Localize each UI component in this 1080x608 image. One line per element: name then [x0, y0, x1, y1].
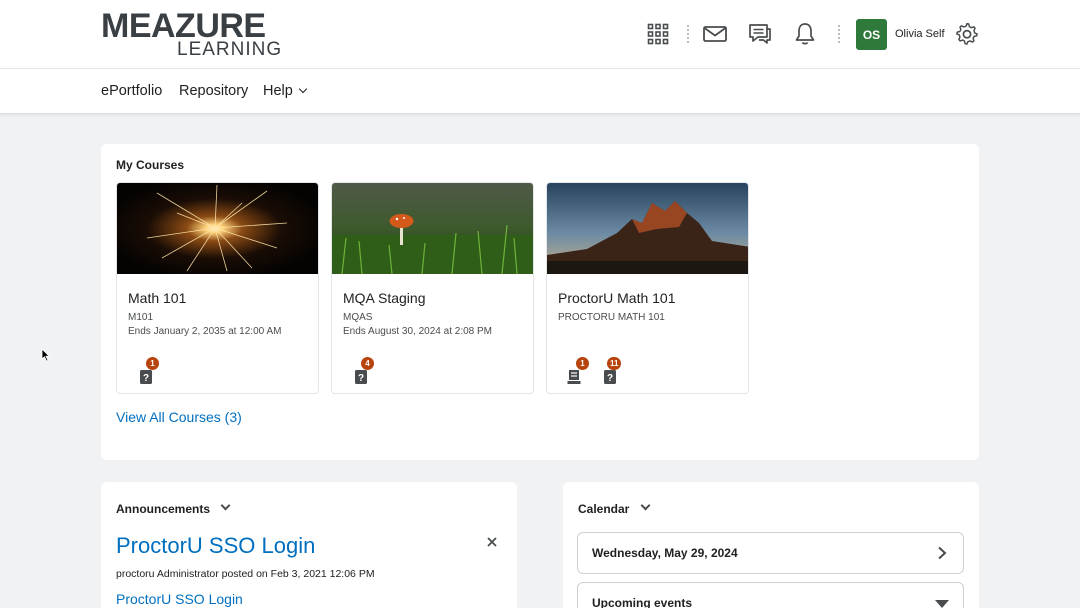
nav-help-label: Help — [263, 83, 293, 99]
settings-gear-icon[interactable] — [955, 22, 979, 46]
announcement-body-link[interactable]: ProctorU SSO Login — [116, 591, 243, 607]
top-header: MEAZURE LEARNING OS Olivia Self — [0, 0, 1080, 69]
svg-text:?: ? — [143, 373, 149, 384]
course-name: MQA Staging — [343, 290, 426, 306]
logo-line-1: MEAZURE — [101, 7, 266, 45]
course-card-mqa-staging[interactable]: MQA Staging MQAS Ends August 30, 2024 at… — [331, 182, 534, 394]
notification-count-badge: 4 — [361, 357, 374, 370]
header-divider — [687, 25, 689, 43]
nav-eportfolio[interactable]: ePortfolio — [101, 83, 162, 99]
nav-repository[interactable]: Repository — [179, 83, 248, 99]
upcoming-events-label: Upcoming events — [592, 596, 693, 608]
user-avatar[interactable]: OS — [856, 19, 887, 50]
announcement-title-link[interactable]: ProctorU SSO Login — [116, 533, 315, 559]
mushroom-image — [332, 183, 533, 275]
view-all-courses-link[interactable]: View All Courses (3) — [116, 409, 242, 425]
mouse-cursor-icon — [41, 348, 50, 362]
nav-help[interactable]: Help — [263, 83, 308, 99]
calendar-date: Wednesday, May 29, 2024 — [592, 546, 738, 560]
quiz-icon[interactable]: ? — [603, 369, 617, 385]
notification-count-badge: 1 — [576, 357, 589, 370]
course-card-math-101[interactable]: Math 101 M101 Ends January 2, 2035 at 12… — [116, 182, 319, 394]
main-nav: ePortfolio Repository Help — [0, 69, 1080, 114]
course-code: M101 — [128, 312, 154, 323]
announcement-meta: proctoru Administrator posted on Feb 3, … — [116, 568, 375, 580]
caret-down-icon[interactable] — [934, 599, 950, 608]
calendar-date-selector[interactable]: Wednesday, May 29, 2024 — [577, 532, 964, 574]
course-end-date: Ends August 30, 2024 at 2:08 PM — [343, 326, 492, 337]
course-code: PROCTORU MATH 101 — [558, 312, 665, 323]
logo-line-2: LEARNING — [177, 39, 283, 60]
dismiss-close-icon[interactable] — [486, 535, 498, 549]
upcoming-events-toggle[interactable]: Upcoming events — [577, 582, 964, 608]
assignment-icon[interactable] — [567, 369, 581, 385]
course-card-proctoru-math-101[interactable]: ProctorU Math 101 PROCTORU MATH 101 1 ? … — [546, 182, 749, 394]
my-courses-title: My Courses — [116, 158, 185, 172]
calendar-title: Calendar — [578, 502, 630, 516]
apps-grid-icon[interactable] — [646, 22, 670, 46]
sparkler-image — [117, 183, 318, 274]
user-name[interactable]: Olivia Self — [895, 28, 945, 40]
notification-count-badge: 11 — [607, 357, 622, 370]
announcements-title: Announcements — [116, 502, 211, 516]
course-code: MQAS — [343, 312, 373, 323]
chevron-right-icon[interactable] — [937, 546, 947, 560]
course-name: Math 101 — [128, 290, 187, 306]
meazure-learning-logo[interactable]: MEAZURE LEARNING — [101, 7, 281, 59]
notifications-bell-icon[interactable] — [793, 22, 817, 46]
chevron-down-icon — [298, 84, 308, 94]
notification-count-badge: 1 — [146, 357, 159, 370]
course-name: ProctorU Math 101 — [558, 290, 676, 306]
quiz-icon[interactable]: ? — [139, 369, 153, 385]
messages-icon[interactable] — [748, 22, 772, 46]
header-divider — [838, 25, 840, 43]
svg-text:?: ? — [358, 373, 364, 384]
mountain-image — [547, 183, 748, 274]
course-end-date: Ends January 2, 2035 at 12:00 AM — [128, 326, 282, 337]
quiz-icon[interactable]: ? — [354, 369, 368, 385]
svg-text:?: ? — [607, 373, 613, 384]
mail-icon[interactable] — [703, 22, 727, 46]
